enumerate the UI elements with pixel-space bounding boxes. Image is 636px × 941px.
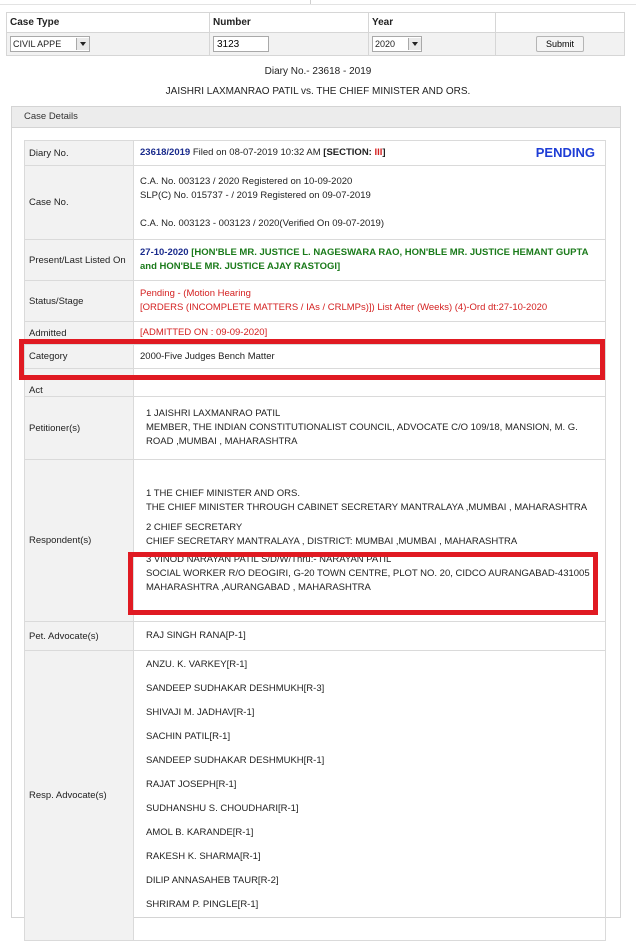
resp-advocate-item: SANDEEP SUDHAKAR DESHMUKH[R-3] (146, 683, 325, 694)
panel-title: Case Details (12, 107, 620, 128)
label-resp-advocates: Resp. Advocate(s) (24, 650, 134, 941)
empty-header (495, 12, 625, 33)
respondent-item: 2 CHIEF SECRETARY CHIEF SECRETARY MANTRA… (146, 521, 599, 549)
pending-badge: PENDING (535, 145, 595, 160)
category-highlight-box (19, 339, 605, 380)
section-suffix: ] (382, 147, 386, 158)
resp-advocate-item: AMOL B. KARANDE[R-1] (146, 827, 254, 838)
respondent-highlight-box (128, 552, 598, 615)
row-petitioner: Petitioner(s) 1 JAISHRI LAXMANRAO PATIL … (24, 396, 606, 460)
label-diary: Diary No. (24, 140, 134, 166)
case-no-line-1: C.A. No. 003123 / 2020 Registered on 10-… (140, 175, 353, 187)
label-listed: Present/Last Listed On (24, 239, 134, 281)
resp-advocate-item: SANDEEP SUDHAKAR DESHMUKH[R-1] (146, 755, 325, 766)
section-prefix: [SECTION: (323, 147, 375, 158)
year-value: 2020 (375, 39, 396, 49)
case-no-line-2: SLP(C) No. 015737 - / 2019 Registered on… (140, 189, 371, 201)
case-details-table: Diary No. PENDING 23618/2019 Filed on 08… (24, 140, 606, 941)
case-type-select[interactable]: CIVIL APPE (10, 36, 90, 52)
row-status: Status/Stage Pending - (Motion Hearing [… (24, 280, 606, 322)
respondent-address: CHIEF SECRETARY MANTRALAYA , DISTRICT: M… (146, 535, 518, 547)
resp-advocate-item: RAJAT JOSEPH[R-1] (146, 779, 237, 790)
submit-button[interactable]: Submit (535, 36, 584, 52)
resp-advocate-item: SHIVAJI M. JADHAV[R-1] (146, 707, 255, 718)
petitioner-name: 1 JAISHRI LAXMANRAO PATIL (146, 408, 281, 419)
case-type-value: CIVIL APPE (13, 39, 62, 49)
year-header: Year (368, 12, 496, 33)
dropdown-arrow-icon (408, 38, 421, 50)
diary-heading: Diary No.- 23618 - 2019 (264, 66, 372, 77)
row-diary: Diary No. PENDING 23618/2019 Filed on 08… (24, 140, 606, 166)
petitioner-address: MEMBER, THE INDIAN CONSTITUTIONALIST COU… (146, 422, 578, 447)
respondent-name: 2 CHIEF SECRETARY (146, 521, 243, 533)
resp-advocate-item: SHRIRAM P. PINGLE[R-1] (146, 899, 259, 910)
status-line-1: Pending - (Motion Hearing (140, 288, 251, 299)
label-petitioner: Petitioner(s) (24, 396, 134, 460)
number-header: Number (209, 12, 369, 33)
dropdown-arrow-icon (76, 38, 89, 50)
respondent-item: 1 THE CHIEF MINISTER AND ORS. THE CHIEF … (146, 487, 599, 515)
top-border (0, 0, 636, 5)
label-case-no: Case No. (24, 165, 134, 240)
resp-advocate-item: RAKESH K. SHARMA[R-1] (146, 851, 261, 862)
search-header-row: Case Type Number Year (6, 12, 625, 33)
respondent-address: THE CHIEF MINISTER THROUGH CABINET SECRE… (146, 501, 588, 513)
label-status: Status/Stage (24, 280, 134, 322)
case-search-form: Case Type Number Year CIVIL APPE 2020 Su… (6, 12, 625, 56)
year-select[interactable]: 2020 (372, 36, 422, 52)
parties-heading: JAISHRI LAXMANRAO PATIL vs. THE CHIEF MI… (165, 86, 471, 97)
row-case-no: Case No. C.A. No. 003123 / 2020 Register… (24, 165, 606, 240)
row-pet-advocate: Pet. Advocate(s) RAJ SINGH RANA[P-1] (24, 621, 606, 651)
diary-number-link[interactable]: 23618/2019 (140, 147, 190, 158)
search-input-row: CIVIL APPE 2020 Submit (6, 32, 625, 56)
resp-advocate-item: ANZU. K. VARKEY[R-1] (146, 659, 248, 670)
status-line-2: [ORDERS (INCOMPLETE MATTERS / IAs / CRLM… (140, 302, 548, 313)
resp-advocate-item: DILIP ANNASAHEB TAUR[R-2] (146, 875, 279, 886)
case-no-line-3: C.A. No. 003123 - 003123 / 2020(Verified… (140, 217, 384, 229)
resp-advocate-item: SACHIN PATIL[R-1] (146, 731, 231, 742)
label-respondents: Respondent(s) (24, 459, 134, 622)
pet-advocate-value: RAJ SINGH RANA[P-1] (133, 621, 606, 651)
case-type-header: Case Type (6, 12, 210, 33)
resp-advocate-item: SUDHANSHU S. CHOUDHARI[R-1] (146, 803, 299, 814)
label-pet-advocate: Pet. Advocate(s) (24, 621, 134, 651)
case-number-input[interactable] (213, 36, 269, 52)
row-resp-advocates: Resp. Advocate(s) ANZU. K. VARKEY[R-1] S… (24, 650, 606, 941)
listed-date: 27-10-2020 (140, 247, 189, 258)
filed-on: Filed on 08-07-2019 10:32 AM (190, 147, 324, 158)
respondent-name: 1 THE CHIEF MINISTER AND ORS. (146, 487, 300, 499)
row-listed: Present/Last Listed On 27-10-2020 [HON'B… (24, 239, 606, 281)
bench-judges: [HON'BLE MR. JUSTICE L. NAGESWARA RAO, H… (140, 247, 589, 272)
